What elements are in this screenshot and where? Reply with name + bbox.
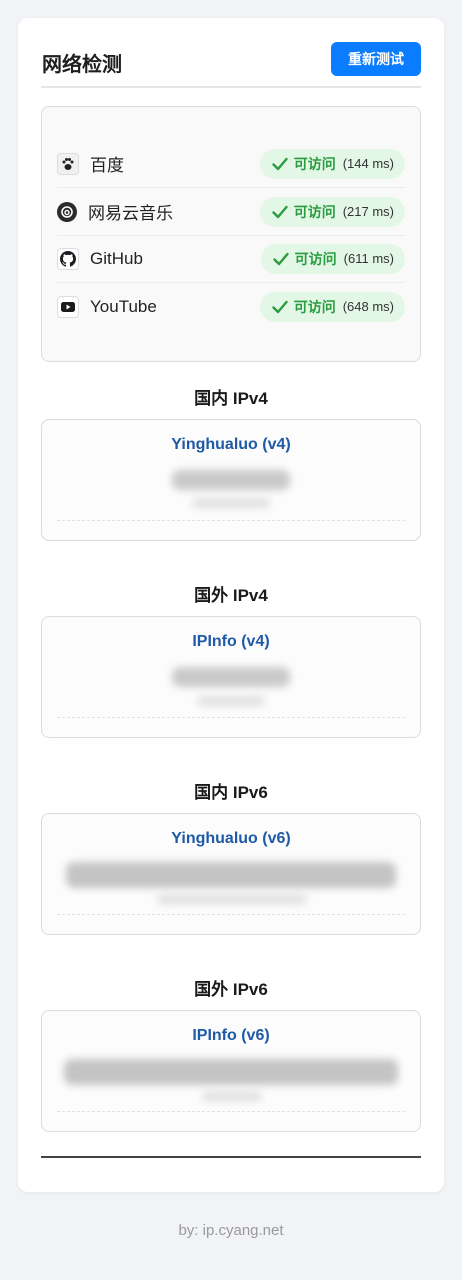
ip-card-domestic-ipv6: Yinghualuo (v6) xyxy=(41,813,421,935)
redacted-ip-address xyxy=(66,862,396,888)
status-badge: 可访问 (648 ms) xyxy=(259,291,405,322)
redacted-ip-location xyxy=(192,498,270,508)
section-title-foreign-ipv4: 国外 IPv4 xyxy=(194,586,268,605)
netease-music-icon xyxy=(57,201,77,222)
latency-text: (144 ms) xyxy=(342,156,394,171)
site-check-list: 百度 可访问 (144 ms) 网易云音乐 可访问 (217 ms) GitHu… xyxy=(41,106,421,362)
header-divider xyxy=(41,86,421,88)
site-name: GitHub xyxy=(90,248,143,268)
ip-source-label: IPInfo (v6) xyxy=(192,1027,270,1044)
redacted-ip-location xyxy=(157,894,307,904)
status-badge: 可访问 (217 ms) xyxy=(259,196,405,227)
ip-card-divider xyxy=(57,520,405,521)
site-row-netease-music: 网易云音乐 可访问 (217 ms) xyxy=(57,188,405,236)
redacted-ip-location xyxy=(197,696,265,706)
check-icon xyxy=(272,252,289,265)
site-name: YouTube xyxy=(90,296,157,316)
redacted-ip-location xyxy=(202,1091,262,1101)
site-row-baidu: 百度 可访问 (144 ms) xyxy=(57,140,405,188)
check-icon xyxy=(272,205,288,218)
ip-card-foreign-ipv6: IPInfo (v6) xyxy=(41,1010,421,1132)
github-icon xyxy=(57,247,79,270)
ip-source-label: IPInfo (v4) xyxy=(192,633,270,650)
redacted-ip-address xyxy=(64,1059,398,1085)
ip-card-divider xyxy=(57,717,405,718)
ip-card-divider xyxy=(57,1111,405,1112)
bottom-divider xyxy=(41,1156,421,1158)
latency-text: (611 ms) xyxy=(343,251,394,266)
latency-text: (648 ms) xyxy=(342,299,394,314)
redacted-ip-address xyxy=(172,667,290,687)
site-name: 百度 xyxy=(90,156,124,175)
check-icon xyxy=(272,300,288,313)
status-text: 可访问 xyxy=(293,155,336,172)
ip-card-foreign-ipv4: IPInfo (v4) xyxy=(41,616,421,738)
page-title: 网络检测 xyxy=(42,54,122,76)
site-row-youtube: YouTube 可访问 (648 ms) xyxy=(57,283,405,330)
ip-card-domestic-ipv4: Yinghualuo (v4) xyxy=(41,419,421,541)
footer-credit: by: ip.cyang.net xyxy=(178,1222,284,1239)
status-text: 可访问 xyxy=(294,250,337,267)
baidu-icon xyxy=(57,152,79,175)
retest-button[interactable]: 重新测试 xyxy=(331,42,421,76)
section-title-domestic-ipv6: 国内 IPv6 xyxy=(194,783,268,802)
ip-source-label: Yinghualuo (v4) xyxy=(171,436,291,453)
network-check-card: 网络检测 重新测试 百度 可访问 (144 ms) 网易云音乐 可访问 (217… xyxy=(18,18,444,1192)
youtube-icon xyxy=(57,295,79,318)
status-badge: 可访问 (144 ms) xyxy=(259,148,405,179)
section-title-domestic-ipv4: 国内 IPv4 xyxy=(194,389,268,408)
redacted-ip-address xyxy=(172,470,290,490)
site-name: 网易云音乐 xyxy=(88,204,173,223)
latency-text: (217 ms) xyxy=(342,204,394,219)
check-icon xyxy=(272,157,288,170)
section-title-foreign-ipv6: 国外 IPv6 xyxy=(194,980,268,999)
status-text: 可访问 xyxy=(293,203,336,220)
ip-source-label: Yinghualuo (v6) xyxy=(171,830,291,847)
status-text: 可访问 xyxy=(293,298,336,315)
site-row-github: GitHub 可访问 (611 ms) xyxy=(57,235,405,283)
ip-card-divider xyxy=(57,914,405,915)
status-badge: 可访问 (611 ms) xyxy=(260,243,405,274)
